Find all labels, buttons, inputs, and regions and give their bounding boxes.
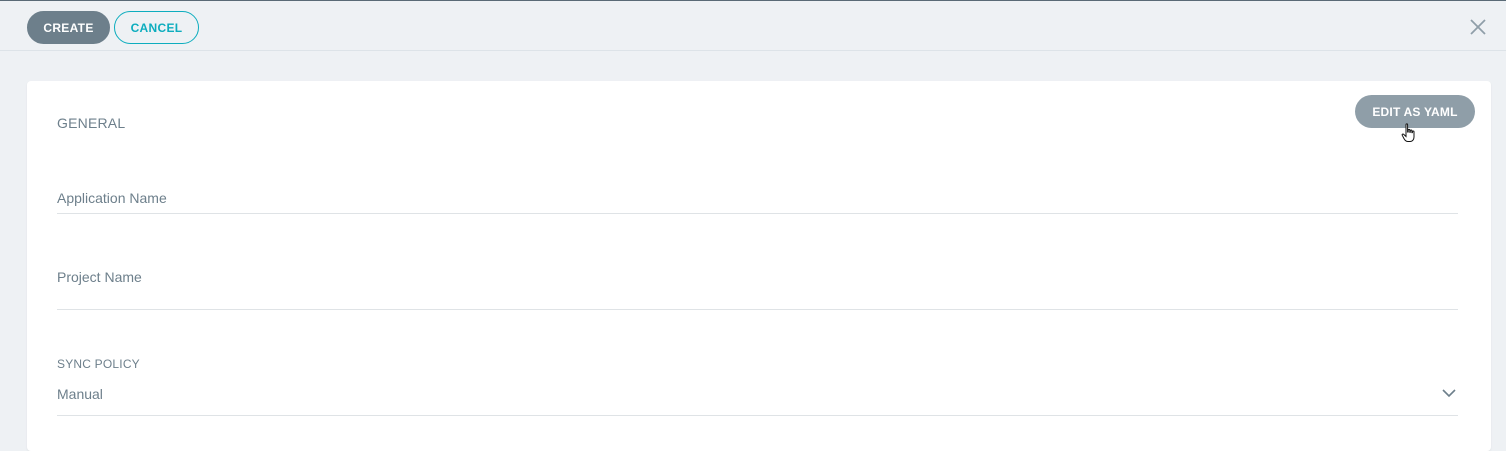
section-title-general: GENERAL bbox=[57, 115, 126, 131]
chevron-down-icon[interactable] bbox=[1442, 385, 1456, 398]
application-name-label: Application Name bbox=[57, 190, 167, 206]
project-name-label: Project Name bbox=[57, 269, 142, 285]
sync-policy-label: SYNC POLICY bbox=[57, 357, 140, 371]
hand-pointer-icon bbox=[1401, 123, 1417, 143]
cancel-button[interactable]: CANCEL bbox=[114, 11, 199, 44]
project-name-field[interactable]: Project Name bbox=[57, 255, 1458, 310]
sync-policy-value: Manual bbox=[57, 386, 103, 402]
application-name-field[interactable]: Application Name bbox=[57, 175, 1458, 214]
toolbar: CREATE CANCEL bbox=[0, 1, 1506, 51]
close-icon[interactable] bbox=[1468, 17, 1488, 37]
form-card: GENERAL EDIT AS YAML Application Name Pr… bbox=[27, 81, 1491, 451]
sync-policy-select[interactable]: SYNC POLICY Manual bbox=[57, 351, 1458, 416]
create-button[interactable]: CREATE bbox=[27, 11, 110, 44]
